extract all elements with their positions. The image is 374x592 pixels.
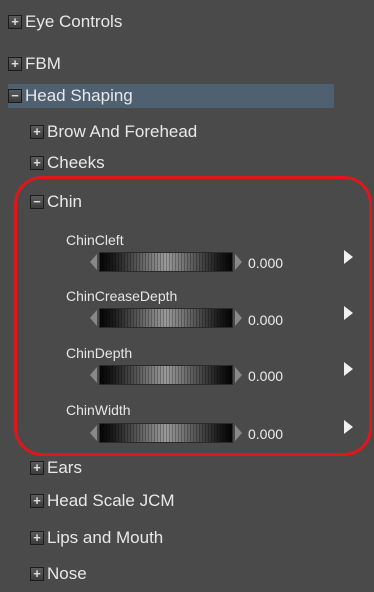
expand-plus-icon[interactable]: + [8, 15, 22, 29]
tree-item-lips-and-mouth[interactable]: + Lips and Mouth [30, 526, 163, 550]
tree-item-label: Nose [47, 564, 87, 583]
decrement-arrow-icon[interactable] [90, 367, 97, 383]
dial-slider[interactable] [99, 252, 233, 272]
decrement-arrow-icon[interactable] [90, 254, 97, 270]
dial-slider[interactable] [99, 308, 233, 328]
play-arrow-icon[interactable] [344, 362, 353, 376]
tree-item-label: Head Shaping [25, 86, 133, 105]
tree-item-head-shaping[interactable]: − Head Shaping [8, 84, 334, 108]
param-label-chincreasedepth: ChinCreaseDepth [66, 288, 178, 304]
tree-item-label: Cheeks [47, 153, 105, 172]
dial-slider[interactable] [99, 365, 233, 385]
tree-item-chin[interactable]: − Chin [30, 190, 82, 214]
play-arrow-icon[interactable] [344, 306, 353, 320]
param-label-chincleft: ChinCleft [66, 232, 124, 248]
expand-plus-icon[interactable]: + [30, 156, 44, 170]
param-value[interactable]: 0.000 [248, 368, 283, 384]
increment-arrow-icon[interactable] [235, 310, 242, 326]
tree-item-label: Chin [47, 192, 82, 211]
play-arrow-icon[interactable] [344, 420, 353, 434]
param-value[interactable]: 0.000 [248, 426, 283, 442]
expand-plus-icon[interactable]: + [30, 125, 44, 139]
tree-item-head-scale-jcm[interactable]: + Head Scale JCM [30, 489, 175, 513]
tree-item-label: FBM [25, 54, 61, 73]
expand-plus-icon[interactable]: + [8, 57, 22, 71]
dial-slider[interactable] [99, 423, 233, 443]
tree-item-brow-and-forehead[interactable]: + Brow And Forehead [30, 120, 197, 144]
increment-arrow-icon[interactable] [235, 254, 242, 270]
param-label-chindepth: ChinDepth [66, 345, 133, 361]
decrement-arrow-icon[interactable] [90, 310, 97, 326]
param-label-chinwidth: ChinWidth [66, 402, 131, 418]
expand-plus-icon[interactable]: + [30, 461, 44, 475]
play-arrow-icon[interactable] [344, 250, 353, 264]
tree-item-label: Lips and Mouth [47, 528, 164, 547]
tree-item-label: Brow And Forehead [47, 122, 198, 141]
param-slider-chincreasedepth[interactable] [90, 308, 242, 328]
expand-plus-icon[interactable]: + [30, 531, 44, 545]
param-slider-chincleft[interactable] [90, 252, 242, 272]
tree-item-ears[interactable]: + Ears [30, 456, 82, 480]
collapse-minus-icon[interactable]: − [30, 195, 44, 209]
tree-item-label: Head Scale JCM [47, 491, 175, 510]
tree-item-fbm[interactable]: + FBM [8, 52, 61, 76]
collapse-minus-icon[interactable]: − [8, 89, 22, 103]
param-value[interactable]: 0.000 [248, 312, 283, 328]
increment-arrow-icon[interactable] [235, 425, 242, 441]
expand-plus-icon[interactable]: + [30, 494, 44, 508]
tree-item-nose[interactable]: + Nose [30, 562, 87, 586]
tree-item-cheeks[interactable]: + Cheeks [30, 153, 105, 173]
param-slider-chinwidth[interactable] [90, 423, 242, 443]
param-slider-chindepth[interactable] [90, 365, 242, 385]
param-value[interactable]: 0.000 [248, 255, 283, 271]
tree-item-eye-controls[interactable]: + Eye Controls [8, 10, 122, 34]
decrement-arrow-icon[interactable] [90, 425, 97, 441]
tree-item-label: Ears [47, 458, 82, 477]
tree-item-label: Eye Controls [25, 12, 123, 31]
expand-plus-icon[interactable]: + [30, 567, 44, 581]
increment-arrow-icon[interactable] [235, 367, 242, 383]
